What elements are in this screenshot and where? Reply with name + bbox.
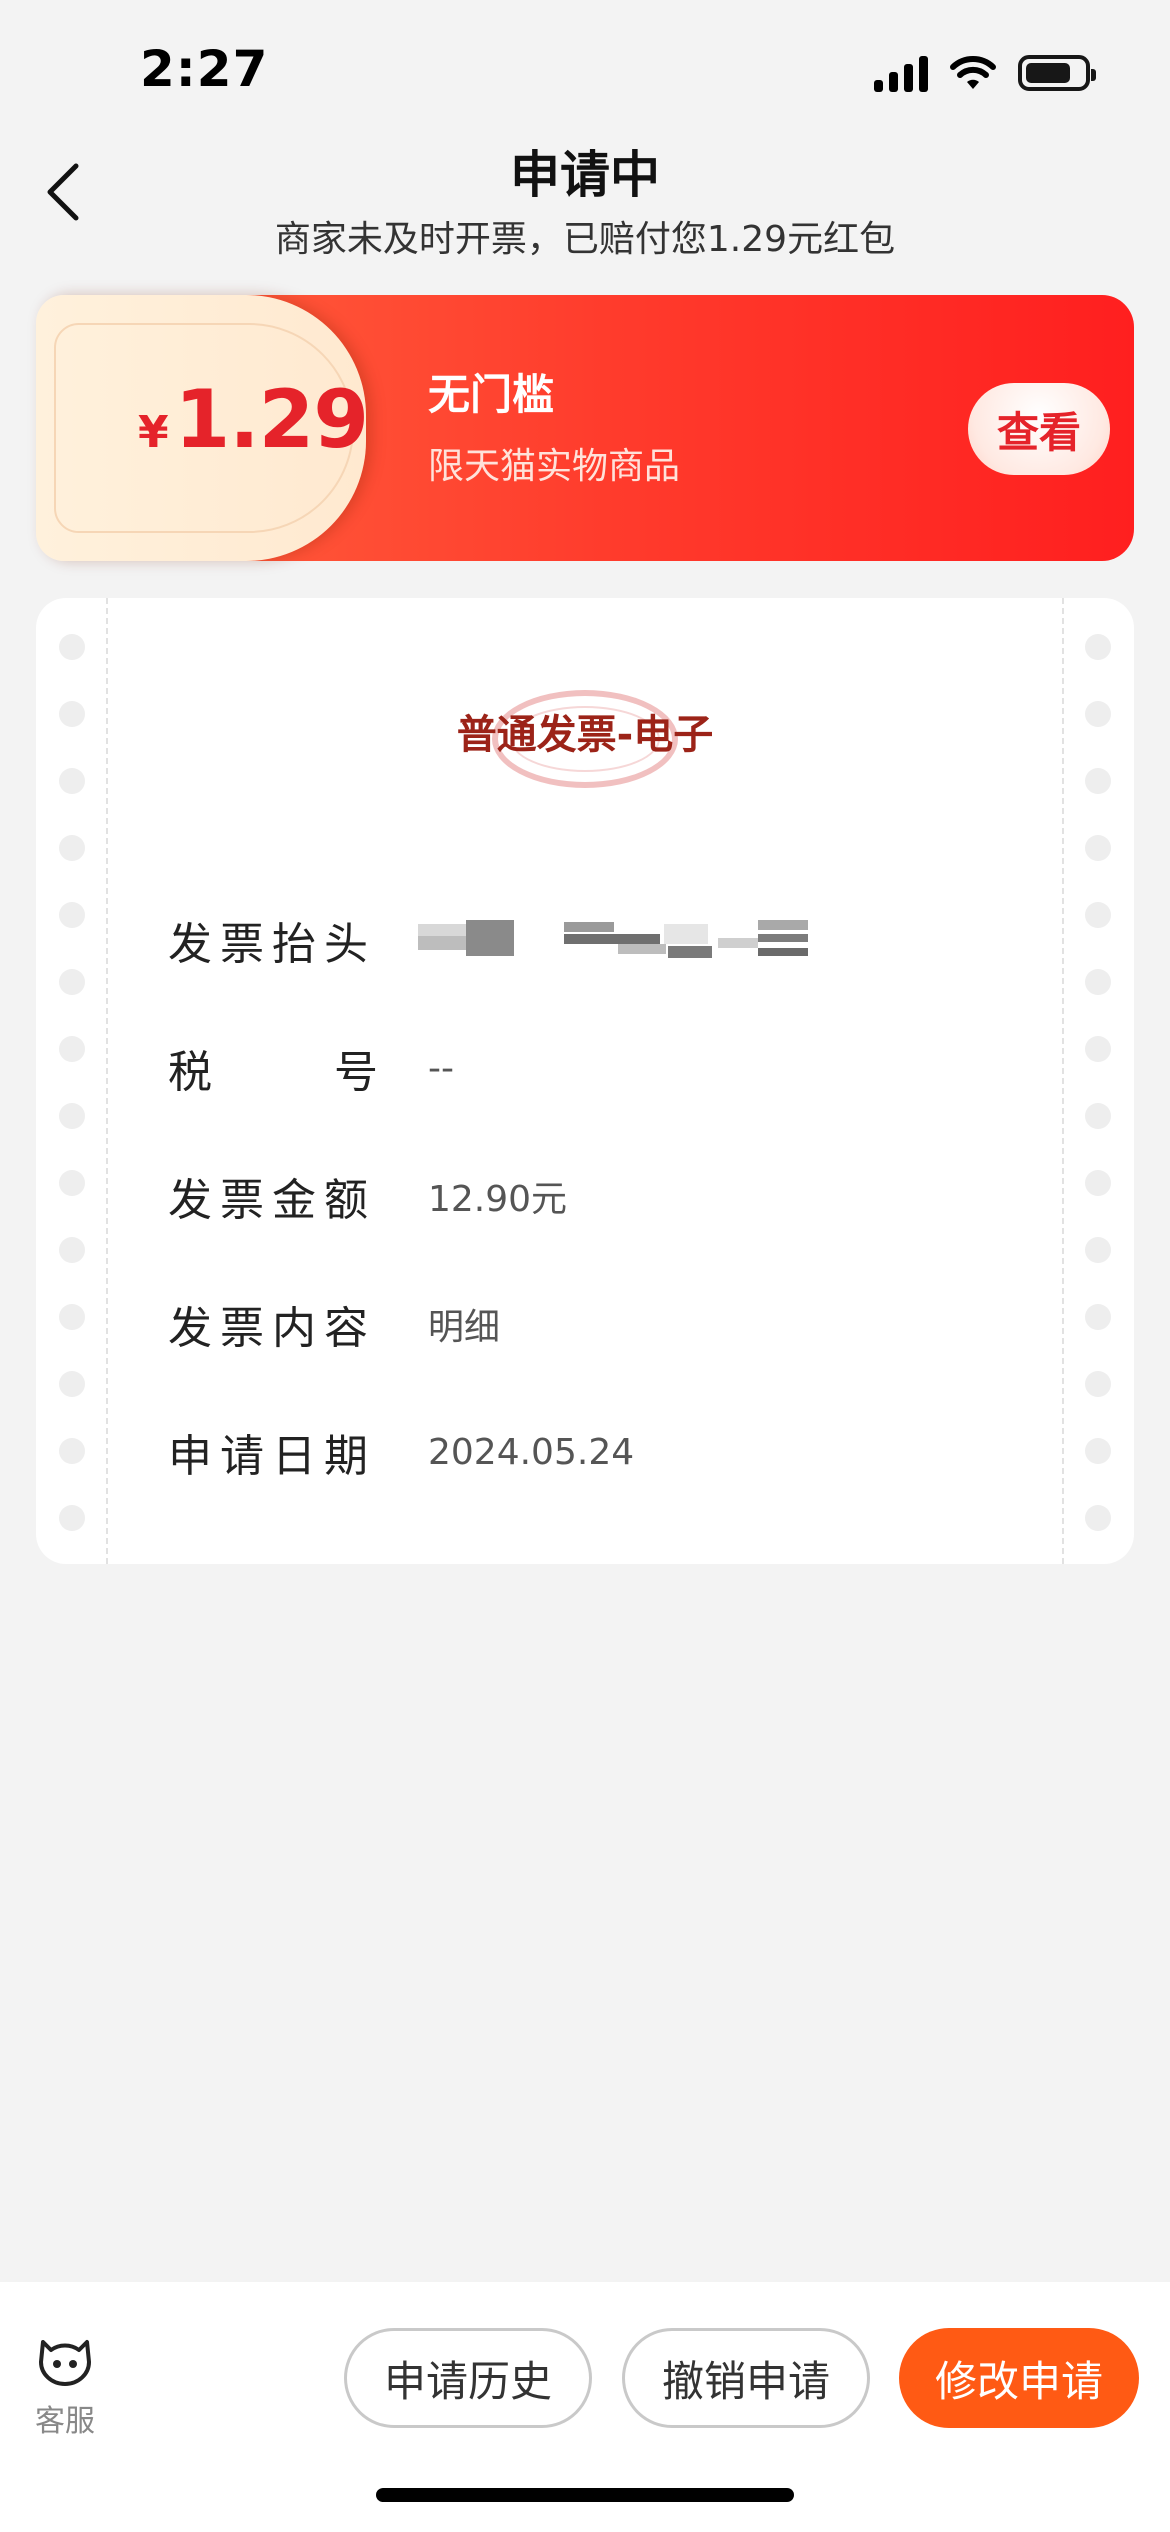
- apply-history-button[interactable]: 申请历史: [344, 2328, 592, 2428]
- invoice-card: 普通发票-电子 发票抬头 税 号 -- 发票金额 12.90元 发票内容 明细 …: [36, 598, 1134, 1564]
- coupon-description: 限天猫实物商品: [428, 446, 681, 487]
- field-invoice-title: 发票抬头: [168, 910, 808, 970]
- cellular-signal-icon: [874, 54, 928, 92]
- coupon-title: 无门槛: [428, 370, 555, 419]
- perforation-holes: [59, 634, 85, 1531]
- redacted-invoice-title: [418, 920, 808, 960]
- invoice-type: 普通发票-电子: [456, 712, 714, 758]
- customer-service-label: 客服: [35, 2404, 95, 2439]
- field-invoice-content: 发票内容 明细: [168, 1294, 500, 1354]
- field-invoice-amount: 发票金额 12.90元: [168, 1166, 567, 1226]
- page-title: 申请中: [510, 146, 660, 204]
- cancel-request-button[interactable]: 撤销申请: [622, 2328, 870, 2428]
- view-coupon-button[interactable]: 查看: [968, 383, 1110, 475]
- customer-service-button[interactable]: 客服: [30, 2332, 100, 2440]
- coupon-amount: ¥ 1.29: [138, 373, 369, 466]
- field-label: 发票金额: [168, 1175, 376, 1226]
- field-value: --: [428, 1047, 454, 1089]
- modify-request-button[interactable]: 修改申请: [899, 2328, 1139, 2428]
- status-time: 2:27: [140, 40, 269, 98]
- field-value: 明细: [428, 1307, 501, 1348]
- field-label: 发票内容: [168, 1303, 376, 1354]
- field-apply-date: 申请日期 2024.05.24: [168, 1422, 634, 1482]
- field-label: 税 号: [168, 1047, 378, 1098]
- status-icons: [874, 54, 1096, 92]
- field-tax-number: 税 号 --: [168, 1038, 454, 1098]
- currency-symbol: ¥: [138, 407, 169, 458]
- battery-icon: [1018, 55, 1096, 91]
- page-subtitle: 商家未及时开票，已赔付您1.29元红包: [274, 219, 896, 260]
- field-value: 2024.05.24: [428, 1431, 635, 1473]
- status-bar: 2:27: [0, 0, 1170, 150]
- field-label: 发票抬头: [168, 919, 376, 970]
- coupon-value: 1.29: [174, 373, 369, 466]
- perforation-holes: [1085, 634, 1111, 1531]
- compensation-coupon: ¥ 1.29 无门槛 限天猫实物商品 查看: [36, 295, 1134, 561]
- wifi-icon: [950, 56, 996, 89]
- field-value: 12.90元: [428, 1179, 568, 1220]
- cat-face-icon: [39, 2340, 91, 2386]
- field-label: 申请日期: [168, 1431, 376, 1482]
- home-indicator[interactable]: [376, 2488, 794, 2502]
